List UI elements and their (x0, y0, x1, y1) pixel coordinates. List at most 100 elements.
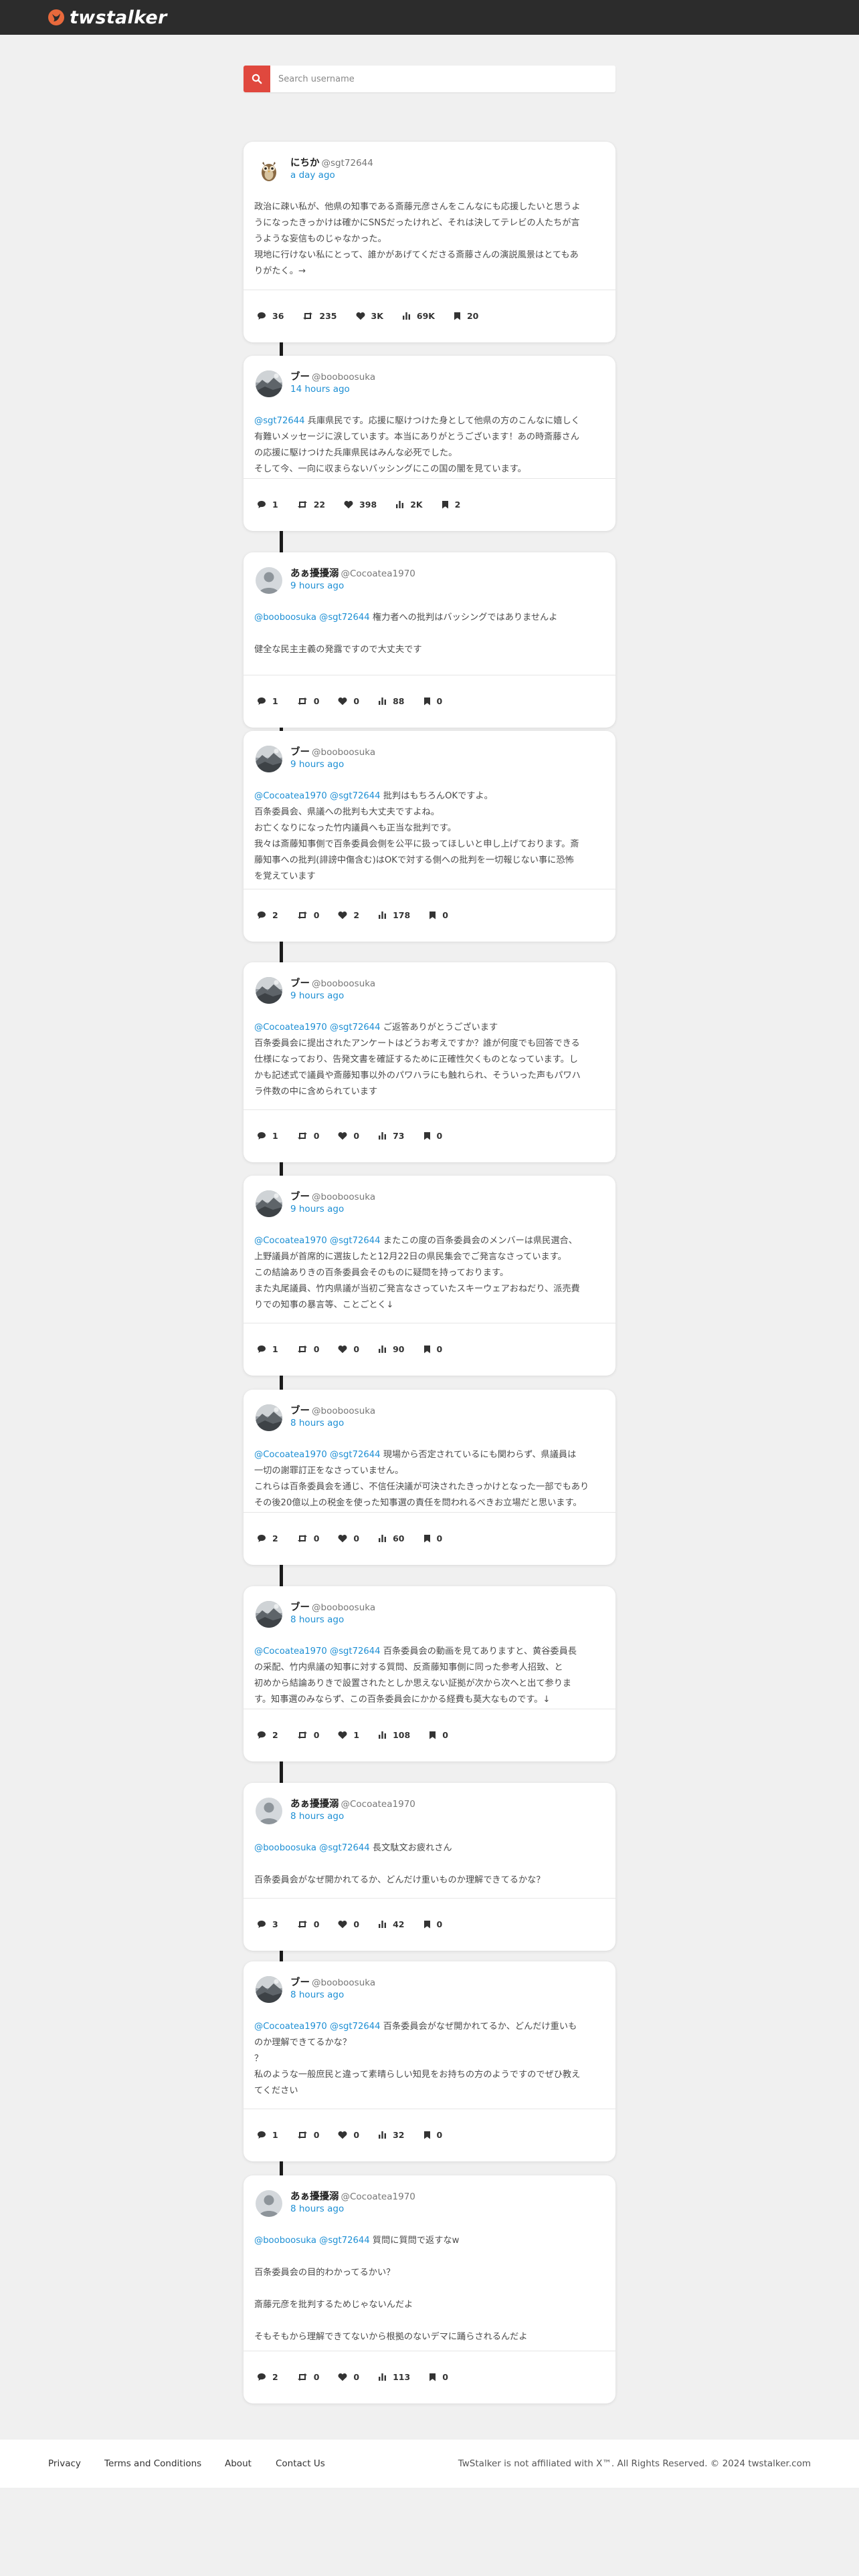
stat-views[interactable]: 69K (402, 311, 435, 321)
footer-link-contact[interactable]: Contact Us (276, 2458, 325, 2469)
mention-link[interactable]: @sgt72644 (330, 1236, 381, 1246)
stat-bookmarks[interactable]: 0 (423, 1533, 442, 1543)
stat-retweets[interactable]: 235 (302, 311, 337, 321)
logo[interactable]: twstalker (47, 5, 167, 29)
stat-bookmarks[interactable]: 0 (423, 1344, 442, 1354)
tweet-card[interactable]: ブー @booboosuka 14 hours ago @sgt72644 兵庫県民で… (244, 356, 615, 531)
stat-retweets[interactable]: 0 (297, 1919, 319, 1929)
tweet-time[interactable]: 9 hours ago (290, 759, 344, 770)
stat-comments[interactable]: 1 (257, 696, 278, 706)
avatar[interactable] (256, 156, 282, 183)
author-handle[interactable]: @booboosuka (312, 1406, 375, 1416)
tweet-time[interactable]: 9 hours ago (290, 1204, 344, 1214)
author-handle[interactable]: @Cocoatea1970 (341, 2191, 415, 2202)
avatar[interactable] (256, 977, 282, 1004)
avatar[interactable] (256, 1798, 282, 1824)
author-name[interactable]: ブー (290, 747, 310, 758)
stat-retweets[interactable]: 22 (297, 500, 325, 510)
author-handle[interactable]: @sgt72644 (322, 158, 373, 169)
author-name[interactable]: ブー (290, 372, 310, 383)
stat-likes[interactable]: 0 (338, 2130, 359, 2140)
stat-comments[interactable]: 36 (257, 311, 284, 321)
stat-likes[interactable]: 3K (356, 311, 383, 321)
author-handle[interactable]: @Cocoatea1970 (341, 1799, 415, 1810)
stat-views[interactable]: 90 (378, 1344, 405, 1354)
tweet-time[interactable]: 8 hours ago (290, 1811, 344, 1822)
stat-comments[interactable]: 1 (257, 2130, 278, 2140)
author-name[interactable]: あぁ擾擾溺 (290, 2191, 339, 2202)
stat-likes[interactable]: 0 (338, 2372, 359, 2382)
author-name[interactable]: ブー (290, 1602, 310, 1613)
stat-likes[interactable]: 0 (338, 1919, 359, 1929)
stat-retweets[interactable]: 0 (297, 1533, 319, 1543)
tweet-card[interactable]: あぁ擾擾溺 @Cocoatea1970 9 hours ago @booboosuka… (244, 552, 615, 728)
author-handle[interactable]: @booboosuka (312, 1602, 375, 1613)
stat-likes[interactable]: 2 (338, 910, 359, 920)
stat-bookmarks[interactable]: 0 (423, 1919, 442, 1929)
stat-likes[interactable]: 0 (338, 1344, 359, 1354)
avatar[interactable] (256, 370, 282, 397)
footer-link-about[interactable]: About (225, 2458, 252, 2469)
stat-bookmarks[interactable]: 0 (423, 696, 442, 706)
stat-retweets[interactable]: 0 (297, 696, 319, 706)
stat-views[interactable]: 108 (378, 1730, 410, 1740)
author-name[interactable]: ブー (290, 1192, 310, 1202)
mention-link[interactable]: @sgt72644 (319, 2236, 370, 2246)
stat-bookmarks[interactable]: 0 (429, 1730, 448, 1740)
author-name[interactable]: あぁ擾擾溺 (290, 1799, 339, 1810)
tweet-card[interactable]: にちか @sgt72644 a day ago 政治に疎い私が、他県の知事である斎藤元… (244, 142, 615, 342)
tweet-card[interactable]: あぁ擾擾溺 @Cocoatea1970 8 hours ago @booboosuka… (244, 2175, 615, 2403)
author-name[interactable]: にちか (290, 158, 320, 169)
stat-views[interactable]: 73 (378, 1131, 405, 1141)
stat-comments[interactable]: 3 (257, 1919, 278, 1929)
stat-retweets[interactable]: 0 (297, 910, 319, 920)
mention-link[interactable]: @sgt72644 (330, 2022, 381, 2032)
stat-retweets[interactable]: 0 (297, 1344, 319, 1354)
author-handle[interactable]: @booboosuka (312, 1977, 375, 1988)
stat-views[interactable]: 88 (378, 696, 405, 706)
tweet-time[interactable]: 8 hours ago (290, 1990, 344, 2000)
stat-bookmarks[interactable]: 0 (429, 910, 448, 920)
stat-views[interactable]: 178 (378, 910, 410, 920)
mention-link[interactable]: @Cocoatea1970 (254, 791, 327, 801)
stat-bookmarks[interactable]: 0 (429, 2372, 448, 2382)
mention-link[interactable]: @booboosuka (254, 1843, 316, 1853)
stat-bookmarks[interactable]: 2 (442, 500, 460, 510)
stat-views[interactable]: 42 (378, 1919, 405, 1929)
avatar[interactable] (256, 1976, 282, 2003)
mention-link[interactable]: @sgt72644 (254, 416, 305, 426)
tweet-card[interactable]: ブー @booboosuka 8 hours ago @Cocoatea1970 @s… (244, 1961, 615, 2161)
tweet-time[interactable]: 8 hours ago (290, 1614, 344, 1625)
avatar[interactable] (256, 1404, 282, 1431)
mention-link[interactable]: @Cocoatea1970 (254, 1450, 327, 1460)
stat-likes[interactable]: 398 (344, 500, 377, 510)
stat-likes[interactable]: 0 (338, 1533, 359, 1543)
tweet-card[interactable]: ブー @booboosuka 9 hours ago @Cocoatea1970 @s… (244, 731, 615, 942)
footer-link-privacy[interactable]: Privacy (48, 2458, 81, 2469)
footer-link-terms[interactable]: Terms and Conditions (104, 2458, 201, 2469)
stat-comments[interactable]: 1 (257, 500, 278, 510)
tweet-time[interactable]: 8 hours ago (290, 2204, 344, 2214)
author-name[interactable]: ブー (290, 1977, 310, 1988)
tweet-time[interactable]: 8 hours ago (290, 1418, 344, 1428)
mention-link[interactable]: @sgt72644 (330, 1023, 381, 1033)
tweet-time[interactable]: 9 hours ago (290, 990, 344, 1001)
stat-likes[interactable]: 0 (338, 696, 359, 706)
avatar[interactable] (256, 1601, 282, 1628)
stat-views[interactable]: 113 (378, 2372, 410, 2382)
stat-retweets[interactable]: 0 (297, 1131, 319, 1141)
stat-views[interactable]: 2K (395, 500, 423, 510)
tweet-time[interactable]: 9 hours ago (290, 580, 344, 591)
author-handle[interactable]: @booboosuka (312, 747, 375, 758)
tweet-card[interactable]: ブー @booboosuka 9 hours ago @Cocoatea1970 @s… (244, 1176, 615, 1376)
author-handle[interactable]: @Cocoatea1970 (341, 568, 415, 579)
search-button[interactable] (244, 66, 270, 92)
stat-views[interactable]: 32 (378, 2130, 405, 2140)
tweet-card[interactable]: あぁ擾擾溺 @Cocoatea1970 8 hours ago @booboosuka… (244, 1783, 615, 1951)
stat-bookmarks[interactable]: 20 (454, 311, 478, 321)
mention-link[interactable]: @Cocoatea1970 (254, 2022, 327, 2032)
mention-link[interactable]: @Cocoatea1970 (254, 1023, 327, 1033)
author-name[interactable]: あぁ擾擾溺 (290, 568, 339, 579)
mention-link[interactable]: @sgt72644 (319, 1843, 370, 1853)
stat-likes[interactable]: 1 (338, 1730, 359, 1740)
